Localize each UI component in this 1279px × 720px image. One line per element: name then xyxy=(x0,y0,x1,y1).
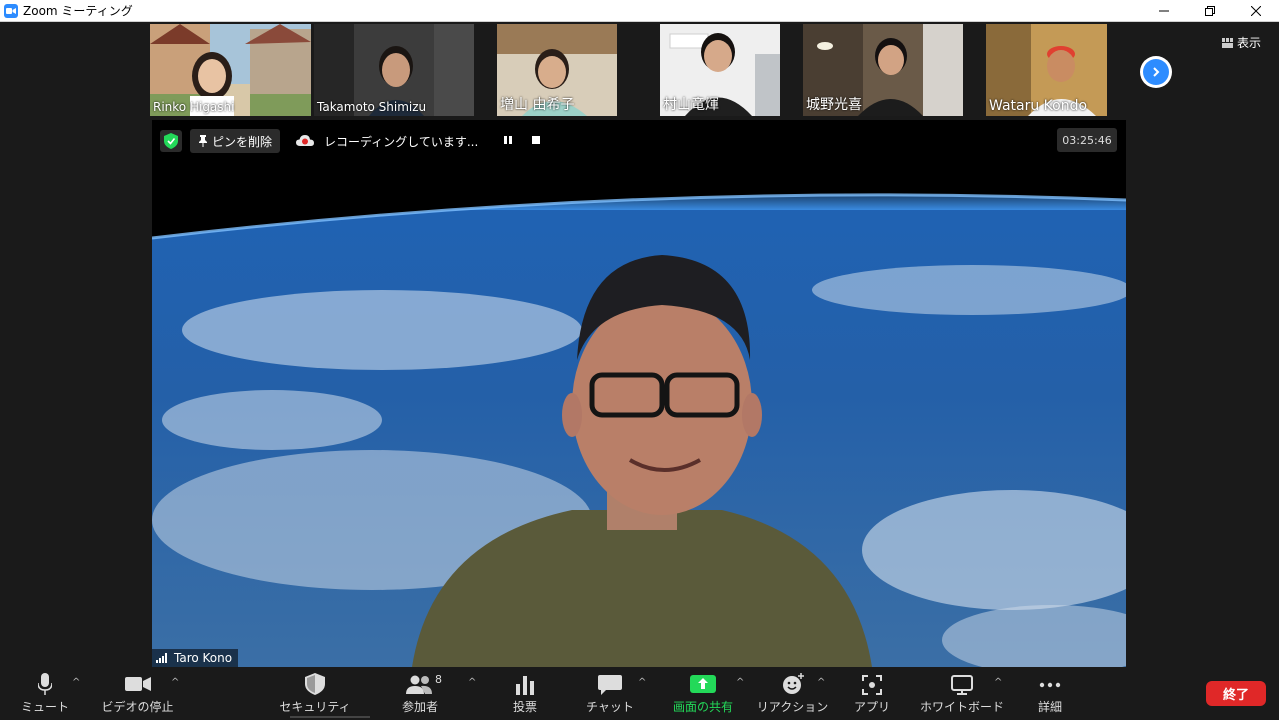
grid-icon xyxy=(1222,37,1233,48)
participant-name: Wataru Kondo xyxy=(989,98,1088,114)
zoom-logo-icon xyxy=(4,3,18,18)
whiteboard-button[interactable]: ホワイトボード xyxy=(920,667,1005,720)
speaker-name: Taro Kono xyxy=(174,651,233,665)
more-label: 詳細 xyxy=(1037,700,1062,714)
participant-name: 城野光喜 xyxy=(806,97,862,113)
speaker-video-frame xyxy=(152,120,1126,667)
participant-tile[interactable]: Takamoto Shimizu xyxy=(314,24,474,116)
security-shield-icon xyxy=(305,673,325,695)
participant-tile[interactable]: 増山 由希子 xyxy=(497,24,617,116)
restore-button[interactable] xyxy=(1187,0,1233,22)
view-button[interactable]: 表示 xyxy=(1222,34,1261,51)
active-speaker-video[interactable]: Taro Kono xyxy=(152,120,1126,667)
participant-tile[interactable]: Wataru Kondo xyxy=(986,24,1107,116)
video-camera-icon xyxy=(124,677,151,691)
cloud-record-icon xyxy=(296,135,315,146)
participant-tile[interactable]: 城野光喜 xyxy=(803,24,963,116)
more-dots-icon xyxy=(1039,682,1061,688)
encryption-shield-icon[interactable] xyxy=(160,130,182,152)
participant-name: Rinko Higashi xyxy=(153,100,235,114)
participant-tile[interactable]: 村山竜煇 xyxy=(660,24,780,116)
pause-recording-button[interactable] xyxy=(504,135,513,147)
pause-icon xyxy=(504,135,513,144)
stop-video-button[interactable]: ビデオの停止 xyxy=(100,667,175,720)
security-label: セキュリティ xyxy=(279,700,351,714)
meeting-toolbar: ミュート ^ ビデオの停止 ^ セキュリティ 参加者 8 ^ 投票 チャット ^… xyxy=(0,667,1279,720)
stop-recording-button[interactable] xyxy=(532,135,541,147)
apps-button[interactable]: アプリ xyxy=(852,667,892,720)
more-button[interactable]: 詳細 xyxy=(1030,667,1070,720)
whiteboard-label: ホワイトボード xyxy=(920,700,1005,714)
next-page-button[interactable] xyxy=(1140,56,1172,88)
cloud-recording-status: レコーディングしています... xyxy=(288,129,549,153)
view-button-label: 表示 xyxy=(1237,36,1262,50)
security-button[interactable]: セキュリティ xyxy=(279,667,351,720)
video-options-caret-icon[interactable]: ^ xyxy=(171,677,179,688)
apps-label: アプリ xyxy=(853,700,890,714)
microphone-icon xyxy=(38,673,52,695)
chevron-right-icon xyxy=(1143,59,1169,85)
share-screen-button[interactable]: 画面の共有 xyxy=(668,667,738,720)
meeting-area: Rinko Higashi Takamoto Shimizu 増山 由希子 村山… xyxy=(0,22,1279,667)
minimize-button[interactable] xyxy=(1141,0,1187,22)
share-screen-icon xyxy=(690,675,716,693)
security-focus-indicator xyxy=(290,716,370,718)
polls-label: 投票 xyxy=(512,700,537,714)
recording-bar: ピンを削除 レコーディングしています... xyxy=(160,128,549,154)
reactions-label: リアクション xyxy=(756,700,829,714)
signal-strength-icon xyxy=(156,653,167,663)
participants-icon xyxy=(406,675,432,694)
meeting-timer: 03:25:46 xyxy=(1057,128,1117,152)
recording-status-text: レコーディングしています... xyxy=(324,134,479,149)
whiteboard-icon xyxy=(951,675,973,695)
window-title: Zoom ミーティング xyxy=(23,4,133,18)
mute-button[interactable]: ミュート xyxy=(20,667,70,720)
audio-options-caret-icon[interactable]: ^ xyxy=(72,677,80,688)
apps-icon xyxy=(862,675,882,695)
mute-label: ミュート xyxy=(20,700,69,714)
pin-icon xyxy=(199,135,207,147)
participants-options-caret-icon[interactable]: ^ xyxy=(468,677,476,688)
reactions-button[interactable]: リアクション xyxy=(756,667,829,720)
participant-name: 増山 由希子 xyxy=(500,97,575,113)
participant-tile[interactable]: Rinko Higashi xyxy=(150,24,311,116)
speaker-name-tag: Taro Kono xyxy=(152,649,239,667)
remove-pin-label: ピンを削除 xyxy=(212,134,273,149)
participants-label: 参加者 xyxy=(401,700,438,714)
stop-icon xyxy=(532,135,541,144)
chat-bubble-icon xyxy=(598,675,622,695)
participant-name: 村山竜煇 xyxy=(663,97,719,113)
participant-count-badge: 8 xyxy=(435,673,442,686)
bar-chart-icon xyxy=(516,676,534,695)
stop-video-label: ビデオの停止 xyxy=(101,700,174,714)
share-options-caret-icon[interactable]: ^ xyxy=(736,677,744,688)
close-button[interactable] xyxy=(1233,0,1279,22)
whiteboard-options-caret-icon[interactable]: ^ xyxy=(994,677,1002,688)
end-meeting-button[interactable]: 終了 xyxy=(1206,681,1266,706)
chat-button[interactable]: チャット xyxy=(585,667,635,720)
title-bar: Zoom ミーティング xyxy=(0,0,1279,22)
polls-button[interactable]: 投票 xyxy=(505,667,545,720)
share-screen-label: 画面の共有 xyxy=(672,700,733,714)
participant-name: Takamoto Shimizu xyxy=(317,100,427,114)
reactions-options-caret-icon[interactable]: ^ xyxy=(817,677,825,688)
chat-label: チャット xyxy=(586,700,634,714)
chat-options-caret-icon[interactable]: ^ xyxy=(638,677,646,688)
smiley-icon xyxy=(782,673,804,694)
remove-pin-button[interactable]: ピンを削除 xyxy=(190,129,281,153)
